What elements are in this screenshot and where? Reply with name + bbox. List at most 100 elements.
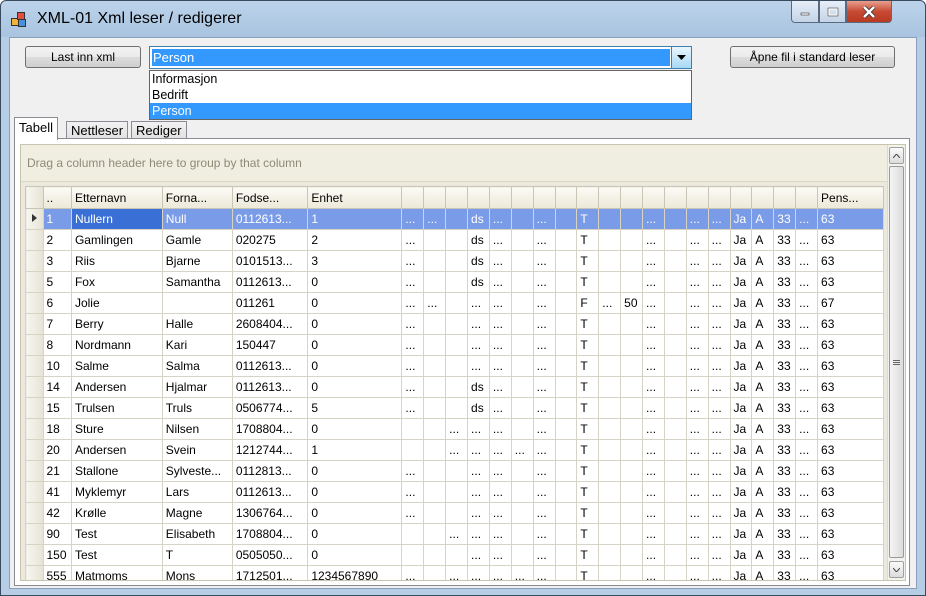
table-cell[interactable] (423, 334, 447, 356)
column-header[interactable] (620, 186, 644, 209)
column-header[interactable] (554, 186, 578, 209)
table-cell[interactable]: ... (707, 418, 731, 440)
table-cell[interactable]: 15 (42, 397, 72, 419)
table-cell[interactable] (423, 355, 447, 377)
table-cell[interactable]: ... (707, 355, 731, 377)
table-cell[interactable]: ... (445, 565, 469, 580)
table-cell[interactable]: ... (685, 565, 709, 580)
table-cell[interactable] (445, 271, 469, 293)
table-cell[interactable] (620, 355, 644, 377)
close-button[interactable] (846, 1, 892, 23)
table-cell[interactable]: Trulsen (70, 397, 163, 419)
table-cell[interactable]: Ja (729, 334, 753, 356)
table-cell[interactable]: Test (70, 523, 163, 545)
table-cell[interactable]: ... (423, 208, 447, 230)
table-cell[interactable]: 33 (773, 229, 797, 251)
column-header[interactable] (729, 186, 753, 209)
table-cell[interactable] (510, 334, 534, 356)
table-cell[interactable]: Jolie (70, 292, 163, 314)
table-cell[interactable]: ... (401, 292, 425, 314)
table-cell[interactable]: Berry (70, 313, 163, 335)
table-cell[interactable]: 33 (773, 376, 797, 398)
table-row[interactable]: 14 Andersen Hjalmar 0112613... 0... ds...... T… (25, 376, 884, 398)
column-header[interactable] (488, 186, 512, 209)
table-row[interactable]: 42 Krølle Magne 1306764... 0............ T...… (25, 502, 884, 524)
table-cell[interactable]: ... (488, 334, 512, 356)
table-cell[interactable]: ds (467, 250, 490, 272)
table-cell[interactable]: A (751, 523, 775, 545)
table-cell[interactable]: ... (707, 229, 731, 251)
table-cell[interactable]: Nullern (70, 208, 163, 230)
row-selector[interactable] (25, 544, 44, 566)
table-cell[interactable] (554, 250, 578, 272)
table-cell[interactable]: ... (707, 376, 731, 398)
table-cell[interactable]: 0 (307, 460, 403, 482)
row-selector[interactable] (25, 502, 44, 524)
table-cell[interactable]: ... (685, 460, 709, 482)
table-cell[interactable]: ... (642, 397, 665, 419)
table-cell[interactable]: ... (532, 397, 556, 419)
table-cell[interactable] (598, 502, 622, 524)
table-cell[interactable]: 1234567890 (307, 565, 403, 580)
table-cell[interactable]: ... (795, 397, 819, 419)
column-header[interactable] (576, 186, 600, 209)
table-cell[interactable]: Ja (729, 229, 753, 251)
table-cell[interactable] (510, 544, 534, 566)
table-cell[interactable]: T (576, 439, 600, 461)
table-cell[interactable]: ... (685, 250, 709, 272)
table-cell[interactable]: T (576, 376, 600, 398)
table-cell[interactable] (620, 229, 644, 251)
table-cell[interactable] (445, 250, 469, 272)
column-header[interactable] (795, 186, 819, 209)
table-cell[interactable]: ... (642, 502, 665, 524)
table-cell[interactable]: ... (401, 271, 425, 293)
table-cell[interactable]: ... (488, 418, 512, 440)
column-header[interactable] (532, 186, 556, 209)
table-cell[interactable]: A (751, 376, 775, 398)
table-cell[interactable]: 1 (42, 208, 72, 230)
table-cell[interactable]: ... (795, 313, 819, 335)
table-cell[interactable]: ... (467, 460, 490, 482)
table-cell[interactable]: Sylveste... (161, 460, 233, 482)
table-cell[interactable]: ds (467, 397, 490, 419)
table-cell[interactable]: 3 (307, 250, 403, 272)
table-cell[interactable] (663, 418, 687, 440)
table-cell[interactable] (620, 376, 644, 398)
table-cell[interactable] (620, 418, 644, 440)
table-cell[interactable]: Ja (729, 208, 753, 230)
table-cell[interactable] (423, 376, 447, 398)
table-cell[interactable]: ... (795, 481, 819, 503)
table-cell[interactable]: ... (467, 481, 490, 503)
column-header[interactable] (642, 186, 665, 209)
table-cell[interactable]: ... (532, 271, 556, 293)
table-cell[interactable] (445, 313, 469, 335)
table-cell[interactable] (554, 544, 578, 566)
table-cell[interactable]: 63 (817, 250, 884, 272)
table-cell[interactable]: ... (642, 208, 665, 230)
row-selector[interactable] (25, 481, 44, 503)
column-header[interactable] (445, 186, 469, 209)
table-cell[interactable] (510, 250, 534, 272)
table-cell[interactable]: 011261 (231, 292, 309, 314)
scroll-down-button[interactable] (889, 561, 904, 578)
table-cell[interactable]: 33 (773, 292, 797, 314)
table-cell[interactable] (401, 439, 425, 461)
table-cell[interactable] (510, 376, 534, 398)
table-cell[interactable] (554, 418, 578, 440)
table-cell[interactable] (510, 397, 534, 419)
table-cell[interactable]: Ja (729, 502, 753, 524)
table-cell[interactable]: ... (532, 418, 556, 440)
column-header[interactable]: Fodse... (231, 186, 309, 209)
table-cell[interactable]: ... (642, 376, 665, 398)
table-cell[interactable] (663, 208, 687, 230)
table-cell[interactable]: ... (401, 334, 425, 356)
column-header[interactable]: .. (42, 186, 72, 209)
table-cell[interactable] (510, 313, 534, 335)
table-cell[interactable]: A (751, 481, 775, 503)
row-selector[interactable] (25, 460, 44, 482)
table-cell[interactable] (598, 229, 622, 251)
table-cell[interactable] (663, 313, 687, 335)
table-cell[interactable]: T (576, 544, 600, 566)
table-cell[interactable] (620, 544, 644, 566)
table-cell[interactable] (423, 481, 447, 503)
